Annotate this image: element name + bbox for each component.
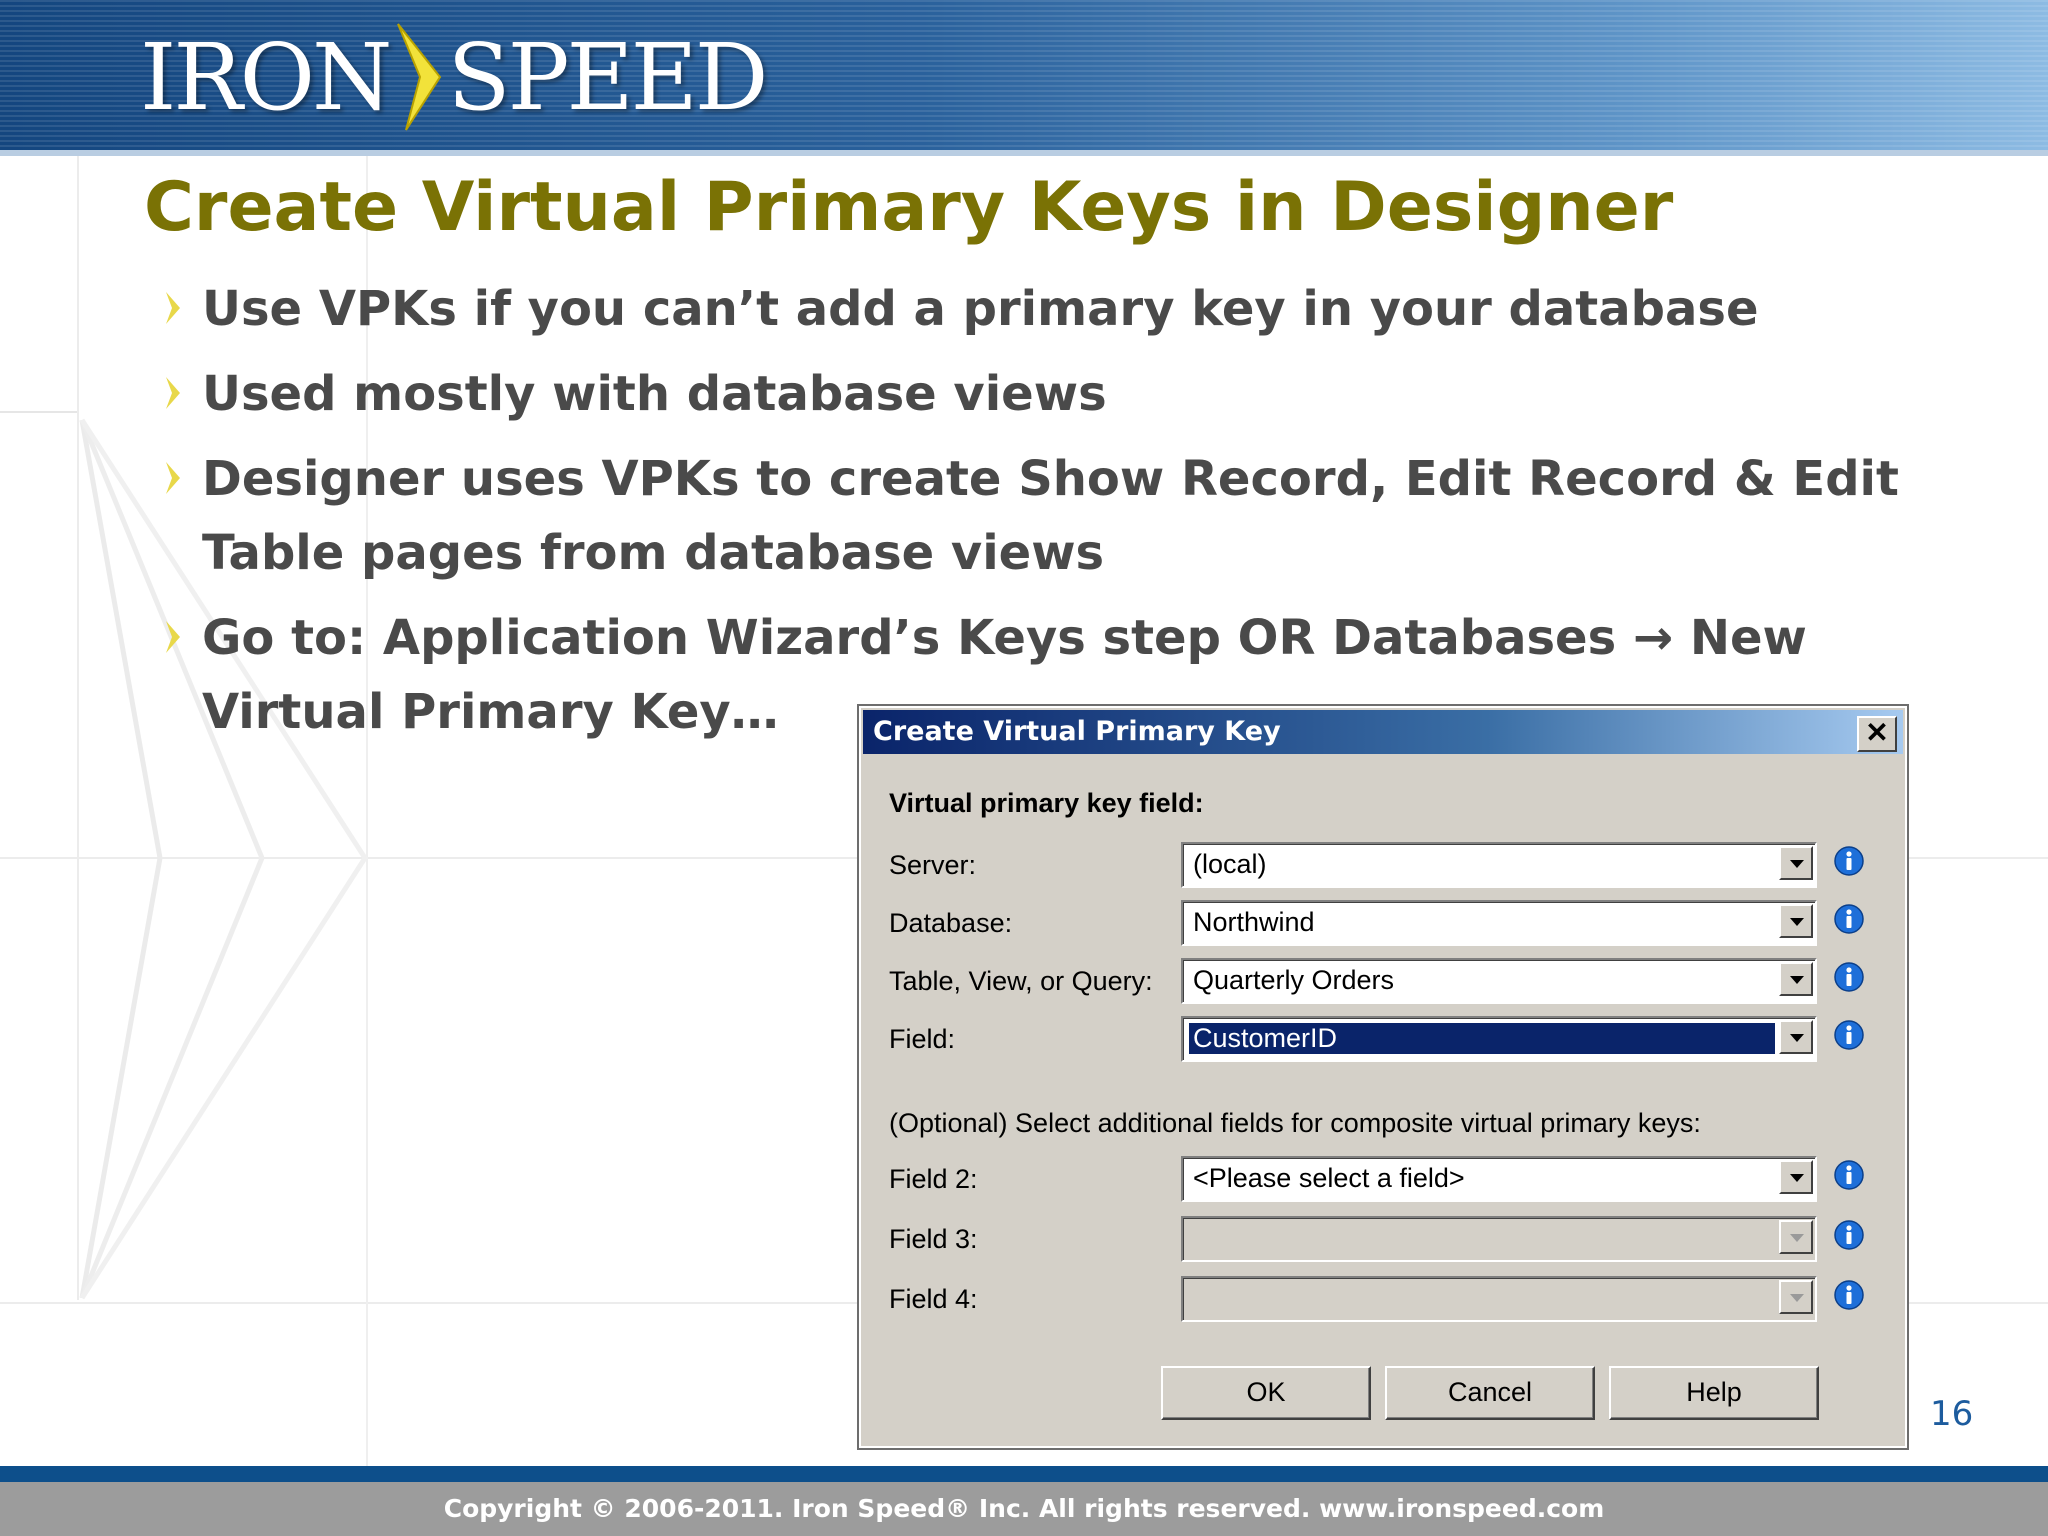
server-label: Server:: [889, 850, 977, 880]
primary-key-section-label: Virtual primary key field:: [889, 788, 1204, 818]
server-combobox[interactable]: (local): [1181, 842, 1817, 888]
close-button[interactable]: ✕: [1857, 716, 1897, 752]
footer-accent-bar: [0, 1466, 2048, 1482]
server-value: (local): [1193, 849, 1267, 879]
info-icon[interactable]: [1834, 1020, 1864, 1050]
chevron-down-icon[interactable]: [1779, 1160, 1813, 1194]
database-label: Database:: [889, 908, 1013, 938]
ok-button[interactable]: OK: [1161, 1366, 1371, 1420]
chevron-bullet-icon: [166, 377, 180, 409]
field-combobox[interactable]: CustomerID: [1181, 1016, 1817, 1062]
bullet-text-continued: Virtual Primary Key…: [202, 684, 779, 740]
close-icon: ✕: [1865, 717, 1889, 748]
bullet-text-continued: Table pages from database views: [202, 525, 1105, 581]
iron-speed-logo: IRON SPEED: [140, 22, 769, 132]
info-icon[interactable]: [1834, 1280, 1864, 1310]
page-number: 16: [1930, 1394, 1974, 1434]
chevron-down-icon[interactable]: [1779, 1020, 1813, 1054]
field-2-label: Field 2:: [889, 1164, 978, 1194]
bullet-text: Use VPKs if you can’t add a primary key …: [202, 281, 1759, 337]
bullet-text: Designer uses VPKs to create Show Record…: [202, 451, 1899, 507]
dialog-titlebar[interactable]: Create Virtual Primary Key ✕: [863, 710, 1903, 754]
bullet-item: Use VPKs if you can’t add a primary key …: [160, 272, 1920, 346]
header-band: IRON SPEED: [0, 0, 2048, 156]
table-view-query-label: Table, View, or Query:: [889, 966, 1153, 996]
footer-bar: Copyright © 2006-2011. Iron Speed® Inc. …: [0, 1482, 2048, 1536]
help-button[interactable]: Help: [1609, 1366, 1819, 1420]
chevron-down-icon[interactable]: [1779, 846, 1813, 880]
database-combobox[interactable]: Northwind: [1181, 900, 1817, 946]
info-icon[interactable]: [1834, 846, 1864, 876]
create-virtual-primary-key-dialog: Create Virtual Primary Key ✕ Virtual pri…: [857, 704, 1909, 1450]
field-3-combobox: [1181, 1216, 1817, 1262]
table-view-query-value: Quarterly Orders: [1193, 965, 1395, 995]
logo-word-iron: IRON: [140, 23, 393, 131]
table-view-query-combobox[interactable]: Quarterly Orders: [1181, 958, 1817, 1004]
field-value-selected: CustomerID: [1189, 1023, 1775, 1054]
chevron-down-icon: [1779, 1220, 1813, 1254]
info-icon[interactable]: [1834, 904, 1864, 934]
info-icon[interactable]: [1834, 1160, 1864, 1190]
copyright-text: Copyright © 2006-2011. Iron Speed® Inc. …: [443, 1494, 1605, 1523]
logo-chevron-icon: [396, 23, 441, 131]
field-4-combobox: [1181, 1276, 1817, 1322]
database-value: Northwind: [1193, 907, 1315, 937]
chevron-down-icon[interactable]: [1779, 904, 1813, 938]
field-4-label: Field 4:: [889, 1284, 978, 1314]
bullet-text: Go to: Application Wizard’s Keys step OR…: [202, 610, 1807, 666]
chevron-bullet-icon: [166, 292, 180, 324]
bullet-list: Use VPKs if you can’t add a primary key …: [160, 272, 1920, 760]
chevron-down-icon[interactable]: [1779, 962, 1813, 996]
bullet-item: Designer uses VPKs to create Show Record…: [160, 442, 1920, 590]
logo-word-speed: SPEED: [447, 23, 769, 131]
chevron-down-icon: [1779, 1280, 1813, 1314]
optional-section-label: (Optional) Select additional fields for …: [889, 1108, 1701, 1138]
chevron-bullet-icon: [166, 621, 180, 653]
field-label: Field:: [889, 1024, 956, 1054]
cancel-button[interactable]: Cancel: [1385, 1366, 1595, 1420]
field-2-value: <Please select a field>: [1193, 1163, 1465, 1193]
slide-title: Create Virtual Primary Keys in Designer: [144, 168, 1674, 247]
field-3-label: Field 3:: [889, 1224, 978, 1254]
chevron-bullet-icon: [166, 462, 180, 494]
bullet-item: Used mostly with database views: [160, 357, 1920, 431]
bullet-text: Used mostly with database views: [202, 366, 1107, 422]
dialog-title: Create Virtual Primary Key: [873, 716, 1281, 747]
info-icon[interactable]: [1834, 962, 1864, 992]
info-icon[interactable]: [1834, 1220, 1864, 1250]
field-2-combobox[interactable]: <Please select a field>: [1181, 1156, 1817, 1202]
